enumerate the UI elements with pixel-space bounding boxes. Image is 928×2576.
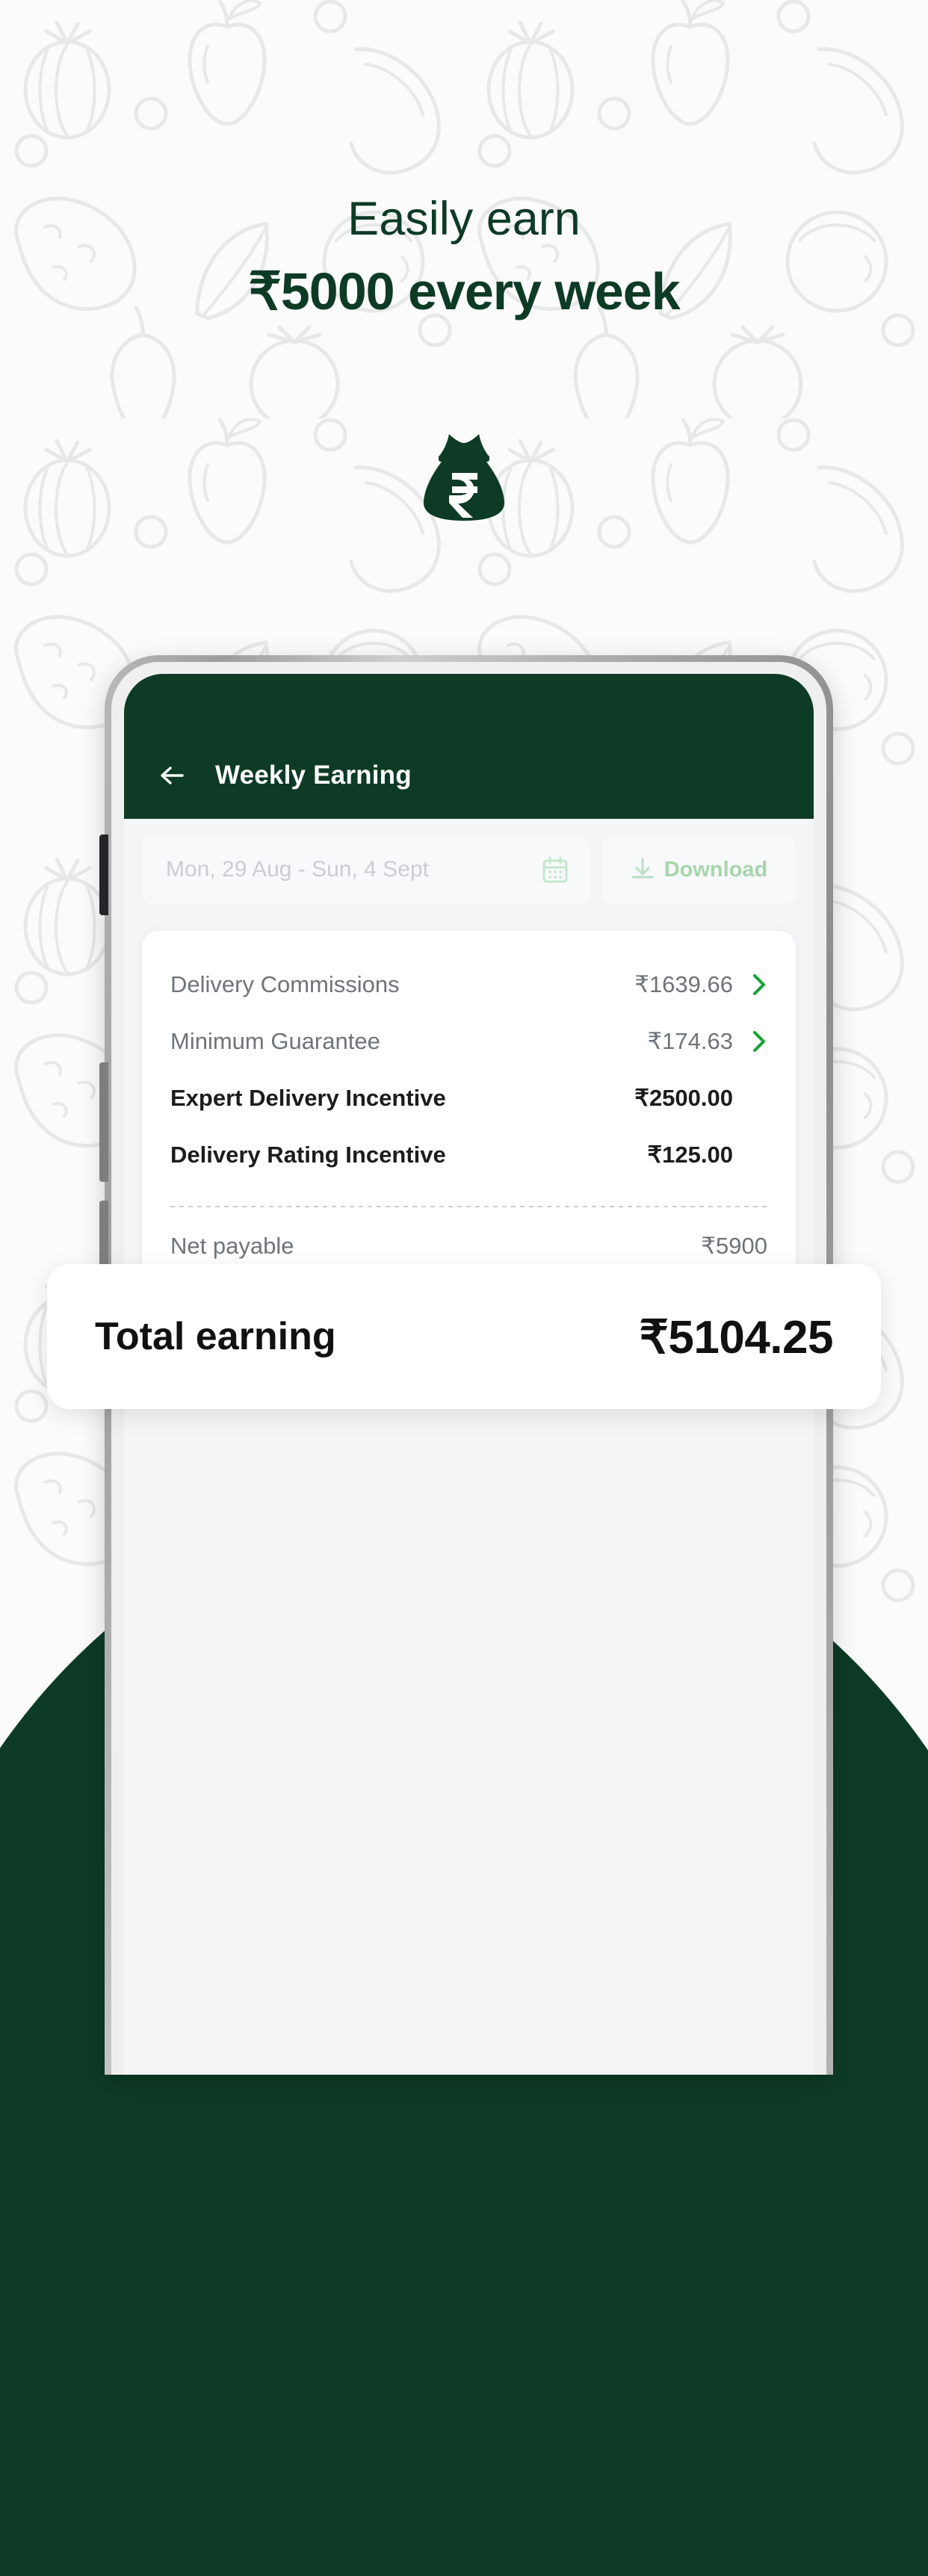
table-row[interactable]: Minimum Guarantee ₹174.63: [170, 1013, 767, 1070]
hero-headline: Easily earn ₹5000 every week: [0, 196, 928, 318]
download-button[interactable]: Download: [601, 835, 796, 904]
net-payable-value: ₹5900: [701, 1233, 767, 1259]
date-range-picker[interactable]: Mon, 29 Aug - Sun, 4 Sept: [142, 835, 590, 904]
table-row[interactable]: Delivery Commissions ₹1639.66: [170, 956, 767, 1013]
download-icon: [630, 857, 655, 882]
earning-value: ₹2500.00: [634, 1085, 733, 1111]
money-bag-icon: [418, 430, 510, 522]
headline-line-2: ₹5000 every week: [248, 262, 680, 321]
chevron-right-icon[interactable]: [733, 1030, 767, 1053]
total-earning-label: Total earning: [95, 1315, 336, 1358]
earnings-breakdown-card: Delivery Commissions ₹1639.66 Minimum Gu…: [142, 931, 796, 1294]
calendar-icon: [542, 856, 569, 883]
back-arrow-icon[interactable]: [157, 761, 187, 790]
page-title: Weekly Earning: [215, 761, 412, 790]
total-earning-card: Total earning ₹5104.25: [47, 1264, 881, 1409]
earning-value: ₹174.63: [647, 1028, 733, 1054]
total-earning-value: ₹5104.25: [639, 1311, 833, 1363]
divider: [170, 1206, 767, 1207]
earning-value: ₹1639.66: [634, 971, 733, 997]
phone-volume-up-button[interactable]: [99, 1062, 108, 1182]
earning-label: Delivery Rating Incentive: [170, 1142, 446, 1168]
phone-mute-button[interactable]: [99, 835, 108, 915]
earning-value: ₹125.00: [647, 1142, 733, 1168]
net-payable-label: Net payable: [170, 1233, 294, 1259]
headline-line-1: Easily earn: [347, 193, 581, 245]
date-range-label: Mon, 29 Aug - Sun, 4 Sept: [166, 857, 429, 882]
download-label: Download: [663, 857, 768, 882]
earning-label: Expert Delivery Incentive: [170, 1085, 446, 1111]
table-row: Expert Delivery Incentive ₹2500.00: [170, 1070, 767, 1127]
filter-row: Mon, 29 Aug - Sun, 4 Sept Download: [124, 819, 814, 904]
app-bar: Weekly Earning: [124, 674, 814, 819]
table-row: Delivery Rating Incentive ₹125.00: [170, 1127, 767, 1183]
earning-label: Delivery Commissions: [170, 971, 400, 997]
earning-label: Minimum Guarantee: [170, 1028, 380, 1054]
chevron-right-icon[interactable]: [733, 973, 767, 997]
